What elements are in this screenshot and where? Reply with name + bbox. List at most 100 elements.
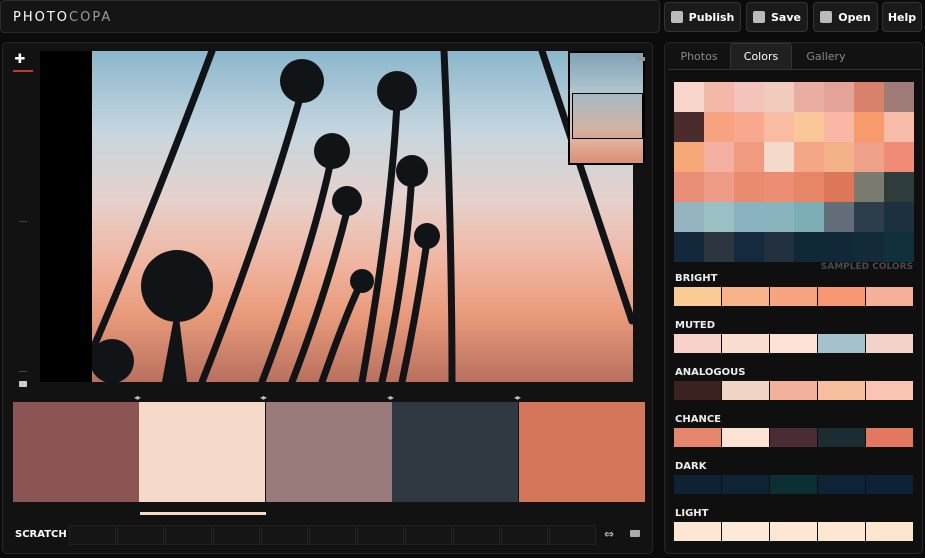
sampled-color-cell[interactable] [884,172,914,202]
sampled-color-cell[interactable] [794,232,824,262]
scratch-slot[interactable] [117,525,164,545]
scheme-swatch[interactable] [674,334,721,353]
scheme-swatch[interactable] [722,475,769,494]
sampled-color-cell[interactable] [674,142,704,172]
add-icon[interactable]: ✚ [13,53,27,67]
scheme-swatch[interactable] [866,428,913,447]
scheme-swatch[interactable] [818,381,865,400]
sampled-color-cell[interactable] [764,202,794,232]
sampled-color-cell[interactable] [704,172,734,202]
publish-button[interactable]: Publish [664,2,741,32]
scheme-swatch[interactable] [866,334,913,353]
sampled-color-cell[interactable] [764,232,794,262]
scratch-slot[interactable] [69,525,116,545]
sampled-color-cell[interactable] [764,112,794,142]
palette-swatch[interactable] [518,402,645,502]
tab-colors[interactable]: Colors [730,43,792,69]
scratch-slot[interactable] [261,525,308,545]
sampled-color-cell[interactable] [704,142,734,172]
sampled-color-cell[interactable] [674,232,704,262]
scheme-swatch[interactable] [866,475,913,494]
sampled-color-cell[interactable] [734,112,764,142]
sampled-color-cell[interactable] [854,112,884,142]
tab-gallery[interactable]: Gallery [795,43,857,69]
palette-swatch[interactable] [139,402,266,502]
scratch-slot[interactable] [549,525,596,545]
photo-image[interactable] [88,51,633,382]
sampled-color-cell[interactable] [734,82,764,112]
sampled-color-cell[interactable] [794,172,824,202]
sampled-color-cell[interactable] [824,82,854,112]
sampled-color-cell[interactable] [704,232,734,262]
palette-swatch[interactable] [13,402,139,502]
sampled-color-cell[interactable] [764,82,794,112]
sampled-color-cell[interactable] [884,202,914,232]
sampled-color-cell[interactable] [734,142,764,172]
sampled-color-cell[interactable] [824,232,854,262]
scheme-swatch[interactable] [770,522,817,541]
scratch-slot[interactable] [213,525,260,545]
sampled-color-cell[interactable] [674,202,704,232]
sampled-color-cell[interactable] [884,232,914,262]
sampled-color-cell[interactable] [854,232,884,262]
sampled-color-cell[interactable] [704,112,734,142]
sampled-color-cell[interactable] [674,172,704,202]
sampled-color-cell[interactable] [854,202,884,232]
scheme-swatch[interactable] [722,522,769,541]
scheme-swatch[interactable] [770,334,817,353]
sampled-color-cell[interactable] [884,142,914,172]
logo[interactable]: PHOTOCOPA [13,10,112,25]
scheme-swatch[interactable] [866,287,913,306]
help-button[interactable]: Help [882,2,922,32]
sampled-color-cell[interactable] [764,142,794,172]
open-button[interactable]: Open [813,2,878,32]
scheme-swatch[interactable] [770,475,817,494]
scheme-swatch[interactable] [770,381,817,400]
sampled-color-cell[interactable] [824,112,854,142]
scheme-swatch[interactable] [674,381,721,400]
scratch-slot[interactable] [405,525,452,545]
swap-icon[interactable]: ⇔ [604,527,614,541]
scheme-swatch[interactable] [866,381,913,400]
sampled-color-cell[interactable] [824,202,854,232]
scheme-swatch[interactable] [770,428,817,447]
sampled-color-cell[interactable] [674,82,704,112]
scratch-slot[interactable] [309,525,356,545]
sampled-color-cell[interactable] [824,172,854,202]
drag-handle-icon[interactable]: ◂▸ [134,393,141,402]
scheme-swatch[interactable] [722,287,769,306]
scheme-swatch[interactable] [674,522,721,541]
sampled-color-cell[interactable] [794,202,824,232]
sampled-color-cell[interactable] [854,82,884,112]
scheme-swatch[interactable] [674,475,721,494]
scratch-slot[interactable] [501,525,548,545]
navigator-viewport[interactable] [572,93,643,139]
sampled-color-cell[interactable] [764,172,794,202]
palette-swatch[interactable] [265,402,392,502]
sampled-color-cell[interactable] [674,112,704,142]
scheme-swatch[interactable] [770,287,817,306]
sampled-color-cell[interactable] [884,112,914,142]
scheme-swatch[interactable] [866,522,913,541]
drag-handle-icon[interactable]: ◂▸ [260,393,267,402]
sampled-color-cell[interactable] [734,202,764,232]
scheme-swatch[interactable] [818,522,865,541]
scheme-swatch[interactable] [722,381,769,400]
drag-handle-icon[interactable]: ◂▸ [387,393,394,402]
sampled-color-cell[interactable] [854,172,884,202]
tab-photos[interactable]: Photos [669,43,729,69]
scheme-swatch[interactable] [818,287,865,306]
scheme-swatch[interactable] [722,428,769,447]
sampled-color-cell[interactable] [794,142,824,172]
sampled-color-cell[interactable] [854,142,884,172]
scheme-swatch[interactable] [818,428,865,447]
scheme-swatch[interactable] [674,287,721,306]
save-button[interactable]: Save [746,2,808,32]
sampled-color-cell[interactable] [734,232,764,262]
sampled-color-cell[interactable] [794,112,824,142]
sampled-color-cell[interactable] [884,82,914,112]
scratch-slot[interactable] [357,525,404,545]
scheme-swatch[interactable] [722,334,769,353]
scheme-swatch[interactable] [674,428,721,447]
sampled-color-cell[interactable] [704,82,734,112]
